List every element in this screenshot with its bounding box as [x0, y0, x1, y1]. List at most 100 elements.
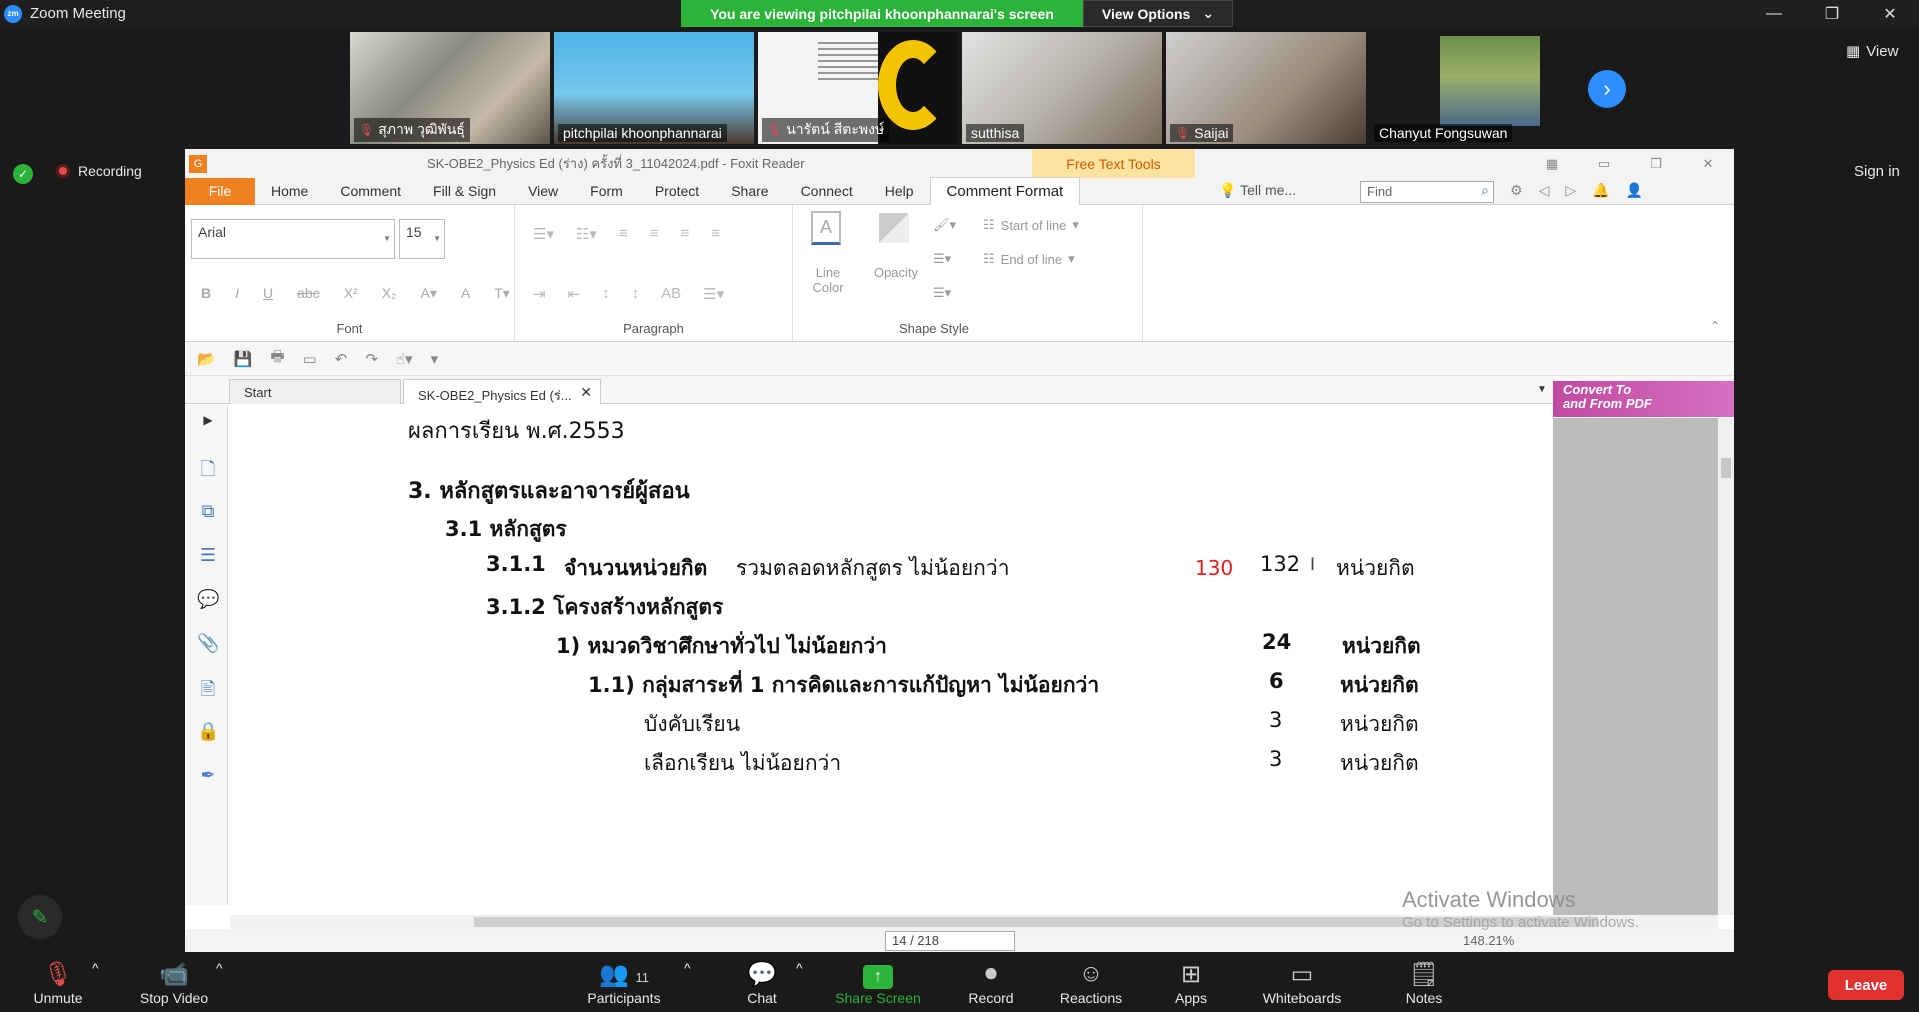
recording-indicator[interactable]: Recording — [56, 163, 142, 179]
tab-start[interactable]: Start — [229, 379, 401, 404]
audio-options-caret-icon[interactable]: ^ — [92, 960, 99, 976]
menu-file[interactable]: File — [185, 177, 255, 205]
vertical-scrollbar[interactable] — [1718, 418, 1734, 915]
apps-button[interactable]: ⊞ Apps — [1170, 960, 1212, 1006]
text-style-icon[interactable]: T▾ — [494, 285, 510, 302]
align-right-icon[interactable]: ≡ — [681, 225, 690, 243]
view-options-button[interactable]: View Options ⌄ — [1083, 0, 1233, 27]
participants-caret-icon[interactable]: ^ — [684, 960, 691, 976]
line-style-icon[interactable]: ☰▾ — [933, 285, 951, 301]
tab-list-dropdown-icon[interactable]: ▼ — [1537, 384, 1547, 395]
search-icon[interactable]: ⌕ — [1481, 182, 1489, 199]
sign-in-link[interactable]: Sign in — [1854, 163, 1900, 180]
chat-caret-icon[interactable]: ^ — [796, 960, 803, 976]
view-button[interactable]: ▦ View — [1846, 42, 1898, 61]
scrollbar-thumb[interactable] — [1721, 458, 1731, 478]
comments-icon[interactable]: 💬 — [197, 589, 219, 611]
participants-button[interactable]: 👥 11 Participants — [584, 960, 664, 1006]
leave-button[interactable]: Leave — [1828, 970, 1904, 1000]
minimize-icon[interactable]: — — [1745, 0, 1803, 27]
line-color-button[interactable]: Line Color — [803, 265, 853, 295]
chat-button[interactable]: 💬 Chat — [740, 960, 784, 1006]
restore-icon[interactable]: ❐ — [1630, 149, 1682, 178]
align-center-icon[interactable]: ≡ — [650, 225, 659, 243]
superscript-icon[interactable]: X² — [344, 285, 358, 302]
end-of-line-button[interactable]: ☷ End of line ▾ — [983, 251, 1075, 267]
open-folder-icon[interactable]: 📂 — [197, 350, 216, 368]
line-spacing-icon[interactable]: ↕ — [602, 285, 610, 303]
stop-video-button[interactable]: 📹 Stop Video — [134, 960, 214, 1006]
line-color-icon[interactable]: A — [811, 211, 841, 245]
signature-icon[interactable]: 🖹 — [197, 677, 219, 699]
find-input[interactable]: Find ⌕ — [1360, 181, 1494, 203]
menu-protect[interactable]: Protect — [639, 178, 715, 205]
char-spacing-icon[interactable]: AB — [661, 285, 681, 303]
more-spacing-icon[interactable]: ☰▾ — [703, 285, 724, 303]
bookmark-icon[interactable]: 🗋 — [197, 457, 219, 479]
previous-view-icon[interactable]: ◁ — [1539, 182, 1550, 199]
layers-icon[interactable]: ☰ — [197, 545, 219, 567]
participant-tile[interactable]: pitchpilai khoonphannarai — [554, 32, 754, 144]
lock-icon[interactable]: 🔒 — [197, 721, 219, 743]
menu-help[interactable]: Help — [869, 178, 930, 205]
restore-icon[interactable]: ❐ — [1803, 0, 1861, 27]
indent-decrease-icon[interactable]: ⇤ — [568, 285, 581, 303]
layout-icon[interactable]: ▦ — [1526, 149, 1578, 178]
participant-tile[interactable]: Chanyut Fongsuwan — [1370, 32, 1570, 144]
redo-icon[interactable]: ↷ — [365, 350, 378, 368]
notes-button[interactable]: 🗒 Notes — [1398, 960, 1450, 1006]
convert-pdf-banner[interactable]: Convert To and From PDF — [1553, 381, 1734, 417]
pdf-red-annotation[interactable]: 130 — [1195, 556, 1233, 580]
expand-panel-icon[interactable]: ▶ — [197, 413, 219, 435]
print-icon[interactable]: 🖶 — [270, 346, 284, 371]
reactions-button[interactable]: ☺ Reactions — [1056, 960, 1126, 1006]
encryption-shield-icon[interactable]: ✓ — [13, 164, 33, 184]
font-color-icon[interactable]: A▾ — [421, 285, 437, 302]
menu-share[interactable]: Share — [715, 178, 784, 205]
highlight-icon[interactable]: A — [461, 285, 470, 302]
tab-document[interactable]: SK-OBE2_Physics Ed (ร่... ✕ — [403, 379, 601, 404]
next-page-arrow-icon[interactable]: › — [1588, 70, 1626, 108]
italic-icon[interactable]: I — [235, 285, 239, 302]
fill-color-icon[interactable]: 🖌▾ — [933, 217, 956, 233]
user-icon[interactable]: 👤 — [1626, 182, 1643, 199]
screenshot-icon[interactable]: ▭ — [303, 350, 317, 368]
subscript-icon[interactable]: X₂ — [382, 285, 397, 302]
start-of-line-button[interactable]: ☷ Start of line ▾ — [983, 217, 1079, 233]
minimize-icon[interactable]: ▭ — [1578, 149, 1630, 178]
paragraph-spacing-icon[interactable]: ↕ — [632, 285, 640, 303]
align-left-icon[interactable]: ≡ — [619, 225, 628, 243]
font-size-select[interactable]: 15 ▼ — [399, 219, 445, 259]
bullet-list-icon[interactable]: ☰▾ — [533, 225, 554, 243]
close-tab-icon[interactable]: ✕ — [580, 384, 592, 401]
hand-tool-icon[interactable]: ☝▾ — [396, 350, 413, 368]
save-icon[interactable]: 💾 — [234, 350, 253, 368]
pages-icon[interactable]: ⧉ — [197, 501, 219, 523]
record-button[interactable]: ⏺ Record — [964, 960, 1018, 1006]
menu-comment[interactable]: Comment — [324, 178, 417, 205]
close-icon[interactable]: ✕ — [1861, 0, 1919, 27]
participant-tile[interactable]: sutthisa — [962, 32, 1162, 144]
numbered-list-icon[interactable]: ☷▾ — [576, 225, 597, 243]
bell-icon[interactable]: 🔔 — [1592, 182, 1609, 199]
participant-tile[interactable]: 🎙 Saijai — [1166, 32, 1366, 144]
menu-comment-format[interactable]: Comment Format — [929, 177, 1081, 205]
participant-tile[interactable]: 🎙 นารัตน์ สีตะพงษ์ — [758, 32, 958, 144]
annotate-pen-icon[interactable]: ✎ — [18, 895, 62, 939]
menu-form[interactable]: Form — [574, 178, 639, 205]
bold-icon[interactable]: B — [201, 285, 211, 302]
video-options-caret-icon[interactable]: ^ — [216, 960, 223, 976]
menu-fill-sign[interactable]: Fill & Sign — [417, 178, 512, 205]
whiteboards-button[interactable]: ▭ Whiteboards — [1256, 960, 1348, 1006]
close-icon[interactable]: ✕ — [1682, 149, 1734, 178]
strikethrough-icon[interactable]: abc — [297, 285, 320, 302]
next-view-icon[interactable]: ▷ — [1565, 182, 1576, 199]
opacity-icon[interactable] — [879, 213, 909, 243]
menu-connect[interactable]: Connect — [785, 178, 869, 205]
settings-gear-icon[interactable]: ⚙ — [1510, 182, 1523, 199]
customize-toolbar-icon[interactable]: ▾ — [431, 350, 439, 368]
pdf-page-area[interactable]: ผลการเรียน พ.ศ.2553 3. หลักสูตรและอาจารย… — [230, 405, 1553, 915]
line-width-icon[interactable]: ☰▾ — [933, 251, 951, 267]
collapse-ribbon-icon[interactable]: ⌃ — [1710, 319, 1720, 333]
share-screen-button[interactable]: ↑ Share Screen — [832, 960, 924, 1006]
